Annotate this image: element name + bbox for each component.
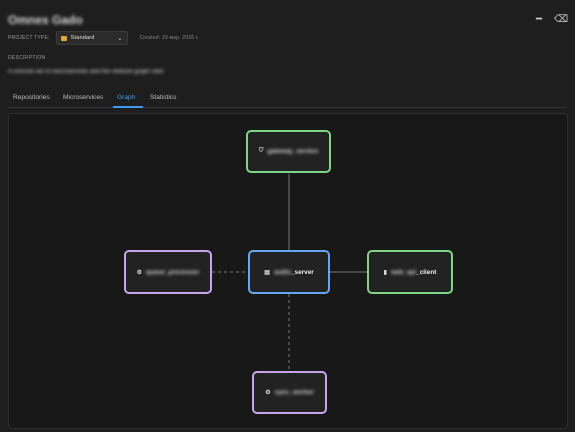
node-server[interactable]: ▤ audio_server xyxy=(248,250,330,294)
folder-icon xyxy=(60,35,67,41)
active-tab-indicator xyxy=(113,106,143,108)
gear-icon: ⚙ xyxy=(265,390,271,396)
project-type-label: PROJECT TYPE: xyxy=(8,35,50,41)
minimize-icon[interactable]: ━ xyxy=(533,14,545,25)
server-label: audio_server xyxy=(273,268,314,276)
server-icon: ▤ xyxy=(264,269,270,276)
gear-icon: ⚙ xyxy=(136,269,143,276)
created-date: Created: 29 мар. 2026 г. xyxy=(139,35,199,41)
node-worker-left[interactable]: ⚙ queue_processor xyxy=(124,250,212,294)
project-type-value: Standard xyxy=(70,35,95,41)
graph-canvas[interactable]: ⛉ gateway_service ⚙ queue_processor ▤ au… xyxy=(8,113,568,429)
tab-repositories[interactable]: Repositories xyxy=(13,94,50,101)
shield-icon: ⛉ xyxy=(258,148,264,154)
project-title: Omnes Gado xyxy=(8,13,83,27)
project-type-row: PROJECT TYPE: Standard ⌄ Created: 29 мар… xyxy=(8,31,199,45)
project-type-select[interactable]: Standard ⌄ xyxy=(55,31,128,45)
tab-graph[interactable]: Graph xyxy=(117,94,135,101)
node-client[interactable]: ▮ web_api_client xyxy=(367,250,453,294)
chevron-down-icon: ⌄ xyxy=(117,35,123,42)
tab-microservices[interactable]: Microservices xyxy=(63,94,103,101)
tab-statistics[interactable]: Statistics xyxy=(150,94,176,101)
node-worker-bottom[interactable]: ⚙ sync_worker xyxy=(252,371,327,414)
window-controls: ━ ⌫ xyxy=(533,14,568,25)
client-label: web_api_client xyxy=(390,268,437,276)
description-label: DESCRIPTION xyxy=(8,55,46,61)
client-icon: ▮ xyxy=(383,269,387,276)
tab-bar: Repositories Microservices Graph Statist… xyxy=(8,92,567,108)
delete-icon[interactable]: ⌫ xyxy=(554,14,568,25)
node-gateway[interactable]: ⛉ gateway_service xyxy=(246,130,331,173)
description-text: A concise set of microservices and the n… xyxy=(8,69,164,75)
